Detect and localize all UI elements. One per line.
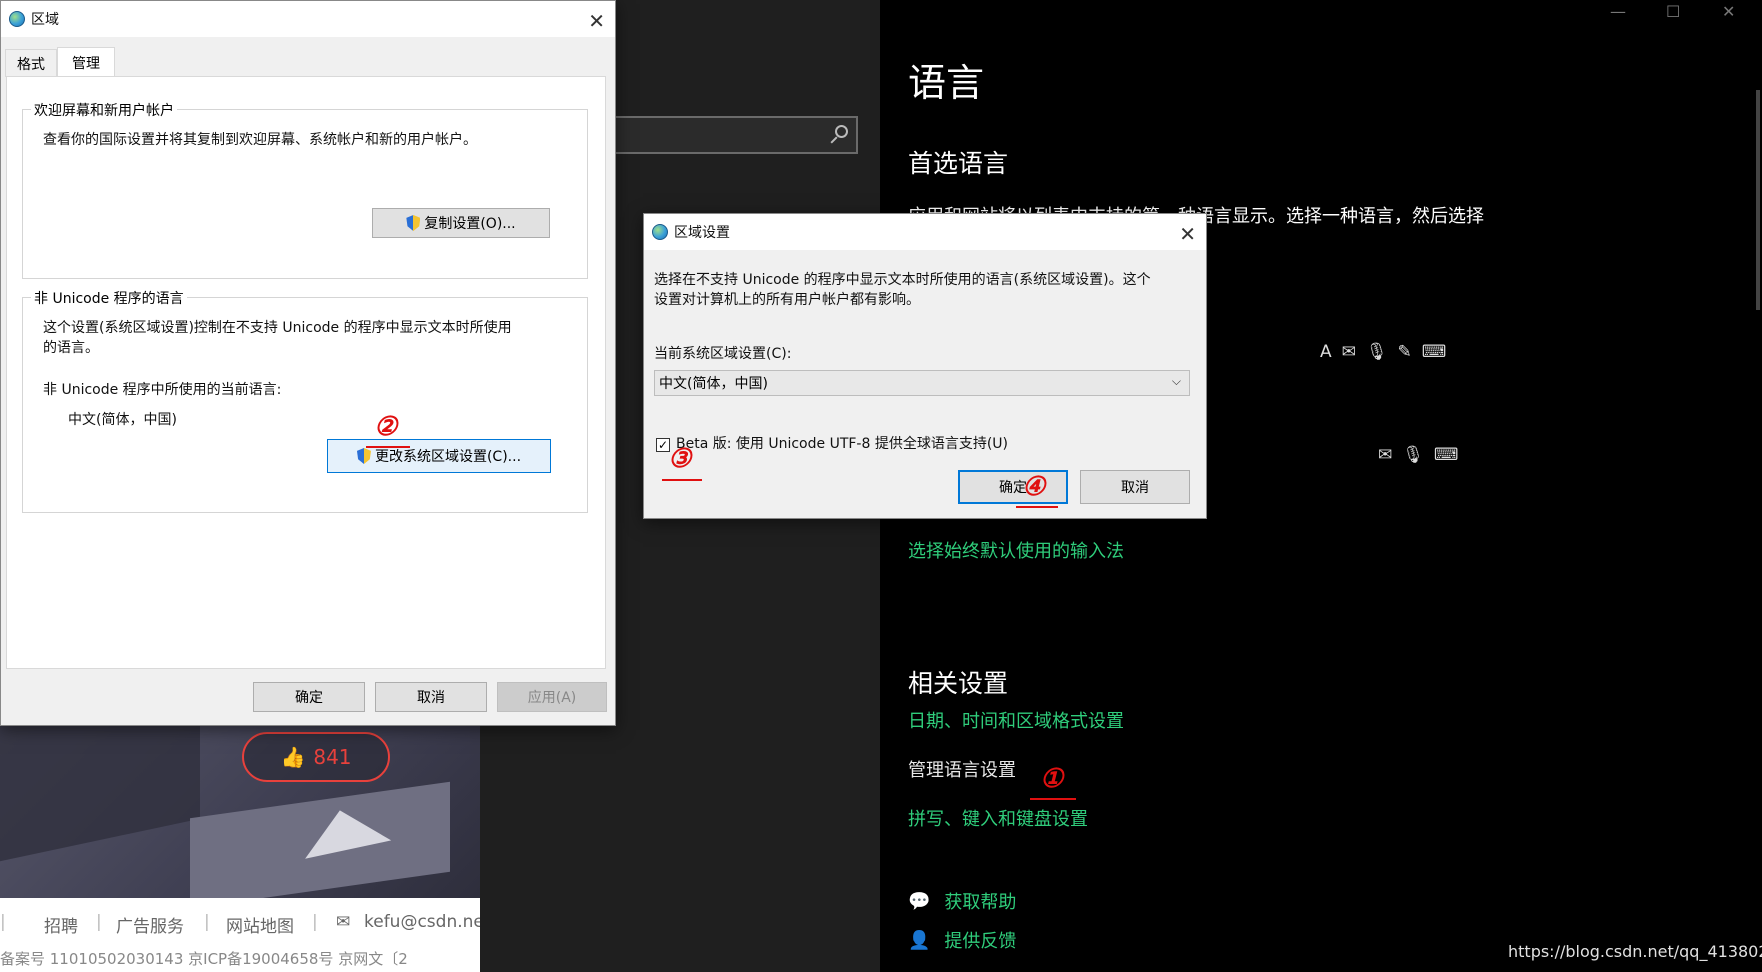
- footer-separator: |: [0, 912, 6, 932]
- region-settings-description-cont: 设置对计算机上的所有用户帐户都有影响。: [654, 292, 920, 308]
- globe-icon: [9, 11, 25, 27]
- current-language-label: 非 Unicode 程序中所使用的当前语言:: [43, 382, 282, 398]
- text-to-speech-icon: ✉: [1378, 445, 1393, 465]
- region-dialog: 区域 ✕ 格式 管理 欢迎屏幕和新用户帐户 查看你的国际设置并将其复制到欢迎屏幕…: [0, 0, 616, 726]
- close-button[interactable]: ✕: [1722, 2, 1735, 21]
- region-settings-ok-button[interactable]: 确定: [958, 470, 1068, 504]
- feedback-label: 提供反馈: [944, 931, 1017, 952]
- keyboard-icon: ⌨: [1421, 342, 1447, 362]
- globe-icon: [652, 224, 668, 240]
- region-apply-button[interactable]: 应用(A): [497, 682, 607, 712]
- mail-icon: ✉: [336, 912, 351, 932]
- welcome-screen-group: 欢迎屏幕和新用户帐户 查看你的国际设置并将其复制到欢迎屏幕、系统帐户和新的用户帐…: [22, 100, 588, 279]
- thumbs-up-icon: 👍: [280, 745, 306, 769]
- annotation-step-1: ①: [1040, 764, 1064, 794]
- tab-format[interactable]: 格式: [5, 49, 57, 77]
- region-settings-cancel-button[interactable]: 取消: [1080, 470, 1190, 504]
- watermark-text: https://blog.csdn.net/qq_41380292: [1508, 942, 1762, 961]
- welcome-description: 查看你的国际设置并将其复制到欢迎屏幕、系统帐户和新的用户帐户。: [43, 132, 477, 148]
- change-system-locale-button[interactable]: 更改系统区域设置(C)...: [327, 439, 551, 473]
- non-unicode-group-legend: 非 Unicode 程序的语言: [31, 288, 187, 308]
- handwriting-icon: ✎: [1397, 342, 1412, 362]
- annotation-underline: [366, 446, 410, 448]
- selected-locale-value: 中文(简体，中国): [659, 376, 768, 392]
- search-icon: [835, 125, 848, 138]
- text-to-speech-icon: ✉: [1341, 342, 1356, 362]
- datetime-region-link[interactable]: 日期、时间和区域格式设置: [908, 707, 1124, 733]
- settings-search-input[interactable]: [600, 116, 858, 154]
- footer-email-link[interactable]: kefu@csdn.ne: [364, 912, 484, 932]
- manage-language-link[interactable]: 管理语言设置: [908, 756, 1016, 782]
- like-count: 841: [313, 745, 352, 769]
- change-system-locale-label: 更改系统区域设置(C)...: [374, 449, 522, 465]
- minimize-button[interactable]: —: [1610, 2, 1626, 21]
- annotation-step-4: ④: [1022, 472, 1046, 502]
- footer-link-sitemap[interactable]: 网站地图: [226, 912, 294, 937]
- related-settings-heading: 相关设置: [908, 669, 1009, 698]
- region-dialog-titlebar: 区域 ✕: [1, 1, 615, 37]
- region-ok-button[interactable]: 确定: [253, 682, 365, 712]
- spelling-keyboard-link[interactable]: 拼写、键入和键盘设置: [908, 805, 1088, 831]
- get-help-label: 获取帮助: [944, 892, 1017, 913]
- microphone-icon: 🎙: [1402, 445, 1424, 465]
- current-locale-label: 当前系统区域设置(C):: [654, 346, 792, 362]
- footer-link-ads[interactable]: 广告服务: [116, 912, 184, 937]
- like-button[interactable]: 👍 841: [242, 732, 390, 782]
- annotation-underline: [662, 479, 702, 481]
- non-unicode-description: 这个设置(系统区域设置)控制在不支持 Unicode 的程序中显示文本时所使用: [43, 320, 512, 336]
- close-icon[interactable]: ✕: [1179, 222, 1196, 246]
- footer-link-jobs[interactable]: 招聘: [44, 912, 78, 937]
- non-unicode-group: 非 Unicode 程序的语言 这个设置(系统区域设置)控制在不支持 Unico…: [22, 288, 588, 513]
- admin-tab-content: 欢迎屏幕和新用户帐户 查看你的国际设置并将其复制到欢迎屏幕、系统帐户和新的用户帐…: [6, 76, 606, 669]
- region-cancel-button[interactable]: 取消: [375, 682, 487, 712]
- footer-separator: |: [204, 912, 210, 932]
- uac-shield-icon: [406, 215, 421, 231]
- close-icon[interactable]: ✕: [588, 9, 605, 33]
- uac-shield-icon: [356, 448, 371, 464]
- current-language-value: 中文(简体，中国): [68, 412, 177, 428]
- non-unicode-description-cont: 的语言。: [43, 340, 99, 356]
- page-title: 语言: [908, 61, 985, 105]
- maximize-button[interactable]: ☐: [1666, 2, 1680, 21]
- get-help-link[interactable]: 💬 获取帮助: [908, 888, 1016, 914]
- default-input-method-link[interactable]: 选择始终默认使用的输入法: [908, 537, 1124, 563]
- annotation-step-2: ②: [374, 412, 398, 442]
- region-settings-title: 区域设置: [674, 225, 730, 241]
- region-dialog-title: 区域: [31, 12, 59, 28]
- language-feature-icons: A ✉ 🎙 ✎ ⌨: [1320, 342, 1446, 362]
- footer-separator: |: [96, 912, 102, 932]
- footer-separator: |: [312, 912, 318, 932]
- csdn-footer: | 招聘 | 广告服务 | 网站地图 | ✉ kefu@csdn.ne 备案号 …: [0, 898, 484, 972]
- scrollbar[interactable]: [1756, 90, 1760, 310]
- utf8-beta-label: Beta 版: 使用 Unicode UTF-8 提供全球语言支持(U): [676, 436, 1009, 452]
- tab-admin[interactable]: 管理: [57, 47, 115, 77]
- display-language-icon: A: [1320, 342, 1332, 362]
- language-feature-icons: ✉ 🎙 ⌨: [1378, 445, 1458, 465]
- system-locale-dropdown[interactable]: 中文(简体，中国) ⌵: [654, 370, 1190, 396]
- welcome-group-legend: 欢迎屏幕和新用户帐户: [31, 100, 177, 120]
- annotation-step-3: ③: [668, 444, 692, 474]
- microphone-icon: 🎙: [1365, 342, 1388, 362]
- feedback-icon: 👤: [908, 929, 931, 951]
- region-settings-dialog: 区域设置 ✕ 选择在不支持 Unicode 的程序中显示文本时所使用的语言(系统…: [643, 213, 1207, 519]
- annotation-underline: [1030, 798, 1076, 800]
- preferred-language-heading: 首选语言: [908, 149, 1009, 178]
- chevron-down-icon: ⌵: [1171, 374, 1181, 388]
- footer-icp-text: 备案号 11010502030143 京ICP备19004658号 京网文〔2: [0, 950, 408, 968]
- region-settings-titlebar: 区域设置 ✕: [644, 214, 1206, 250]
- region-settings-description: 选择在不支持 Unicode 的程序中显示文本时所使用的语言(系统区域设置)。这…: [654, 272, 1151, 288]
- keyboard-icon: ⌨: [1433, 445, 1459, 465]
- help-icon: 💬: [908, 890, 931, 912]
- feedback-link[interactable]: 👤 提供反馈: [908, 927, 1016, 953]
- copy-settings-label: 复制设置(O)...: [424, 216, 516, 232]
- copy-settings-button[interactable]: 复制设置(O)...: [372, 208, 550, 238]
- annotation-underline: [1016, 506, 1058, 508]
